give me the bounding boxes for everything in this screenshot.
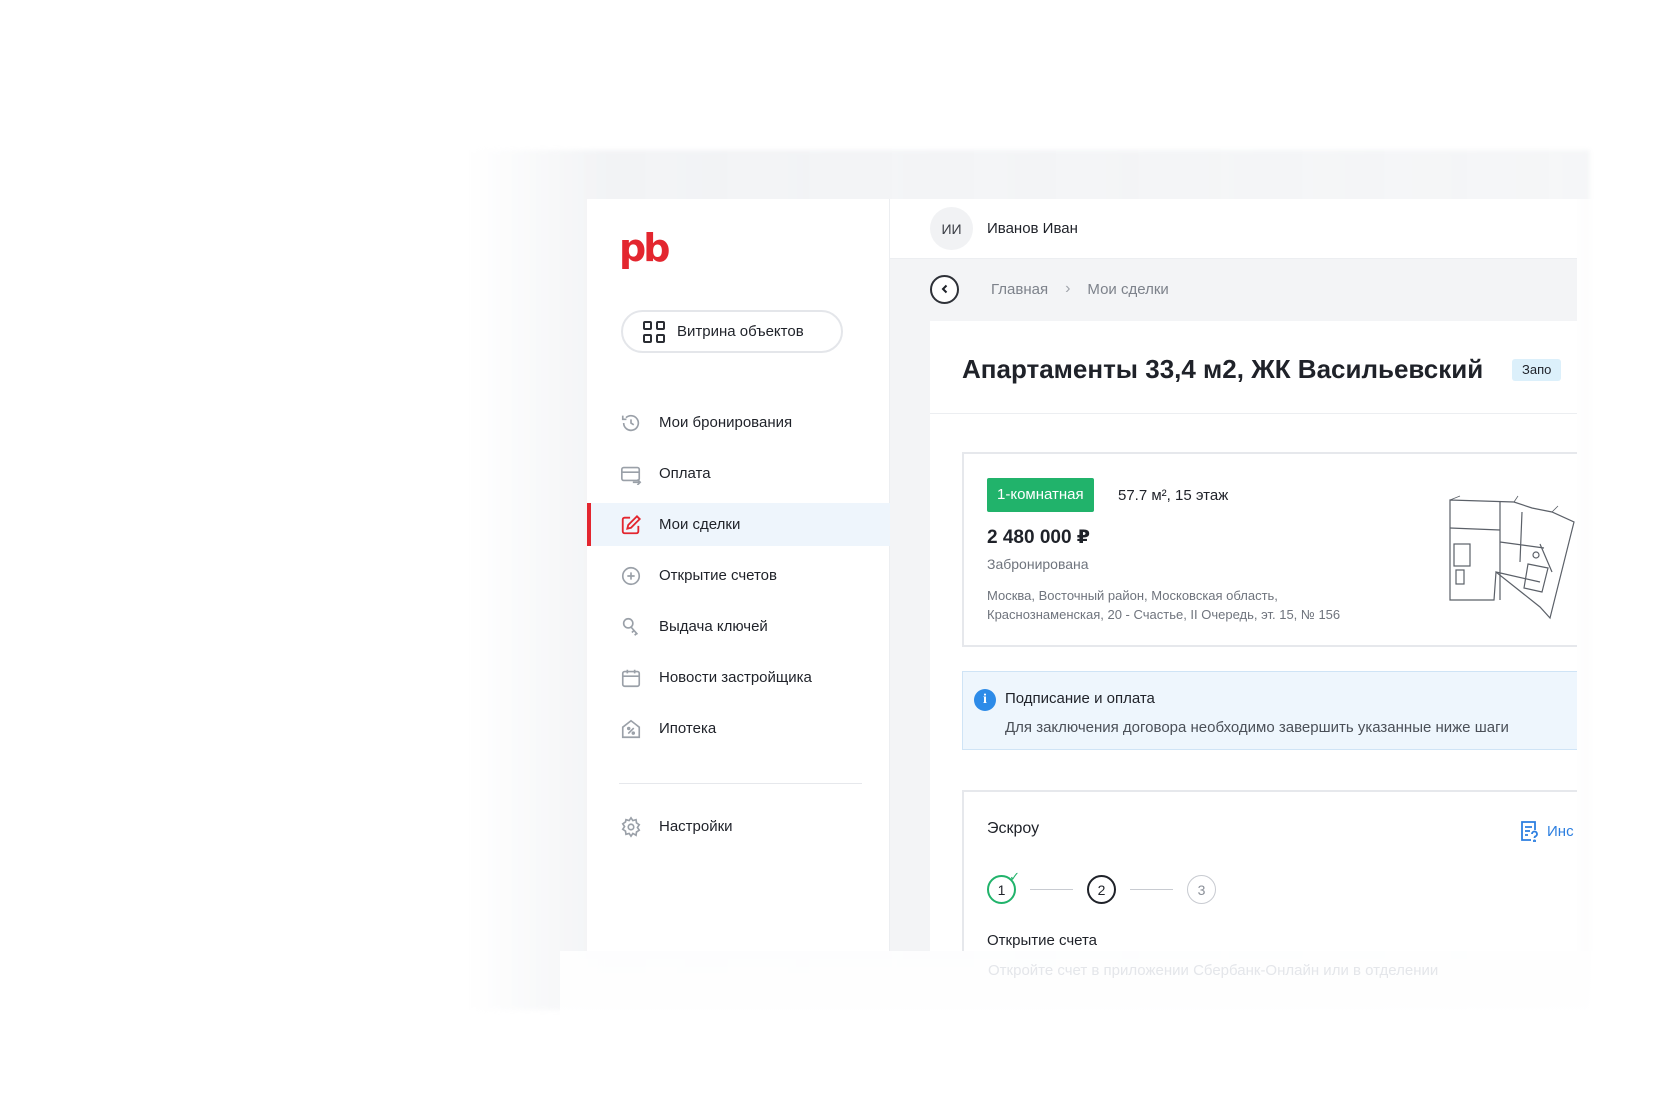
- step-number: 2: [1097, 881, 1106, 898]
- sidebar-item-deals[interactable]: Мои сделки: [587, 503, 890, 546]
- sidebar-item-label: Новости застройщика: [659, 669, 812, 686]
- sidebar-item-settings[interactable]: Настройки: [587, 805, 890, 848]
- avatar[interactable]: ИИ: [930, 207, 973, 250]
- calendar-icon: [619, 666, 643, 690]
- sidebar-settings-section: Настройки: [587, 805, 890, 856]
- escrow-card: Эскроу Инс 1 ✓ 2 3 Открытие счета: [962, 790, 1577, 951]
- info-banner: i Подписание и оплата Для заключения дог…: [962, 671, 1577, 750]
- stepper: 1 ✓ 2 3: [987, 869, 1216, 904]
- step-3[interactable]: 3: [1187, 875, 1216, 904]
- step-connector: [1130, 889, 1173, 890]
- back-button[interactable]: [930, 274, 959, 304]
- sidebar-item-label: Выдача ключей: [659, 618, 768, 635]
- sidebar-item-label: Мои сделки: [659, 516, 741, 533]
- current-step-title: Открытие счета: [987, 932, 1098, 949]
- card-icon: [619, 462, 643, 486]
- step-1[interactable]: 1 ✓: [987, 869, 1020, 904]
- sidebar-item-label: Открытие счетов: [659, 567, 777, 584]
- address-line-1: Москва, Восточный район, Московская обла…: [987, 588, 1278, 603]
- key-icon: [619, 615, 643, 639]
- object-card[interactable]: 1-комнатная 57.7 м², 15 этаж 2 480 000 ₽…: [962, 452, 1577, 647]
- object-status: Забронирована: [987, 556, 1089, 572]
- sidebar-item-news[interactable]: Новости застройщика: [587, 656, 890, 699]
- sidebar-item-accounts[interactable]: Открытие счетов: [587, 554, 890, 597]
- info-text: Для заключения договора необходимо завер…: [1005, 719, 1509, 736]
- sidebar: pb Витрина объектов Мои бронирования Опл…: [587, 199, 890, 951]
- object-price: 2 480 000 ₽: [987, 527, 1091, 548]
- sidebar-item-label: Ипотека: [659, 720, 717, 737]
- house-percent-icon: [619, 717, 643, 741]
- sidebar-item-label: Мои бронирования: [659, 414, 793, 431]
- area-floor-text: 57.7 м², 15 этаж: [1118, 487, 1229, 504]
- info-title: Подписание и оплата: [1005, 690, 1155, 707]
- status-badge: Запо: [1512, 359, 1562, 381]
- faded-step-description: Откройте счет в приложении Сбербанк-Онла…: [988, 962, 1439, 979]
- address-line-2: Краснознаменская, 20 - Счастье, II Очере…: [987, 607, 1341, 622]
- gear-icon: [619, 815, 643, 839]
- deal-card: Апартаменты 33,4 м2, ЖК Васильевский Зап…: [930, 321, 1577, 951]
- chevron-right-icon: ›: [1065, 280, 1071, 297]
- breadcrumb-home[interactable]: Главная: [991, 281, 1048, 298]
- user-name[interactable]: Иванов Иван: [987, 220, 1078, 237]
- step-2[interactable]: 2: [1087, 875, 1116, 904]
- plus-circle-icon: [619, 564, 643, 588]
- showcase-button[interactable]: Витрина объектов: [621, 310, 843, 353]
- edit-icon: [619, 513, 643, 537]
- title-row: Апартаменты 33,4 м2, ЖК Васильевский Зап…: [930, 321, 1577, 414]
- sidebar-item-bookings[interactable]: Мои бронирования: [587, 401, 890, 444]
- escrow-title: Эскроу: [987, 820, 1040, 837]
- object-address: Москва, Восточный район, Московская обла…: [987, 586, 1387, 624]
- sidebar-item-keys[interactable]: Выдача ключей: [587, 605, 890, 648]
- app-window: pb Витрина объектов Мои бронирования Опл…: [587, 199, 1577, 951]
- breadcrumb: Главная › Мои сделки: [930, 274, 1169, 304]
- showcase-button-label: Витрина объектов: [677, 323, 804, 340]
- step-connector: [1030, 889, 1073, 890]
- sidebar-item-payment[interactable]: Оплата: [587, 452, 890, 495]
- info-icon: i: [974, 689, 996, 711]
- document-question-icon: [1521, 821, 1538, 842]
- fade-overlay-right: [1577, 199, 1637, 951]
- top-bar: ИИ Иванов Иван: [890, 199, 1577, 259]
- history-icon: [619, 411, 643, 435]
- step-number: 3: [1197, 881, 1206, 898]
- instructions-label: Инс: [1547, 822, 1574, 840]
- sidebar-item-mortgage[interactable]: Ипотека: [587, 707, 890, 750]
- breadcrumb-current: Мои сделки: [1087, 280, 1169, 298]
- check-icon: ✓: [1009, 869, 1020, 884]
- sidebar-item-label: Настройки: [659, 818, 733, 835]
- rooms-badge: 1-комнатная: [987, 478, 1094, 512]
- brand-logo[interactable]: pb: [619, 229, 670, 267]
- page-title: Апартаменты 33,4 м2, ЖК Васильевский: [962, 354, 1484, 384]
- sidebar-item-label: Оплата: [659, 465, 711, 482]
- sidebar-nav: Мои бронирования Оплата Мои сделки Откры…: [587, 401, 890, 758]
- step-number: 1: [997, 881, 1006, 898]
- floorplan-image[interactable]: [1444, 472, 1577, 632]
- chevron-left-icon: [941, 284, 947, 294]
- instructions-link[interactable]: Инс: [1519, 820, 1574, 842]
- grid-icon: [643, 320, 665, 343]
- sidebar-divider: [619, 783, 862, 784]
